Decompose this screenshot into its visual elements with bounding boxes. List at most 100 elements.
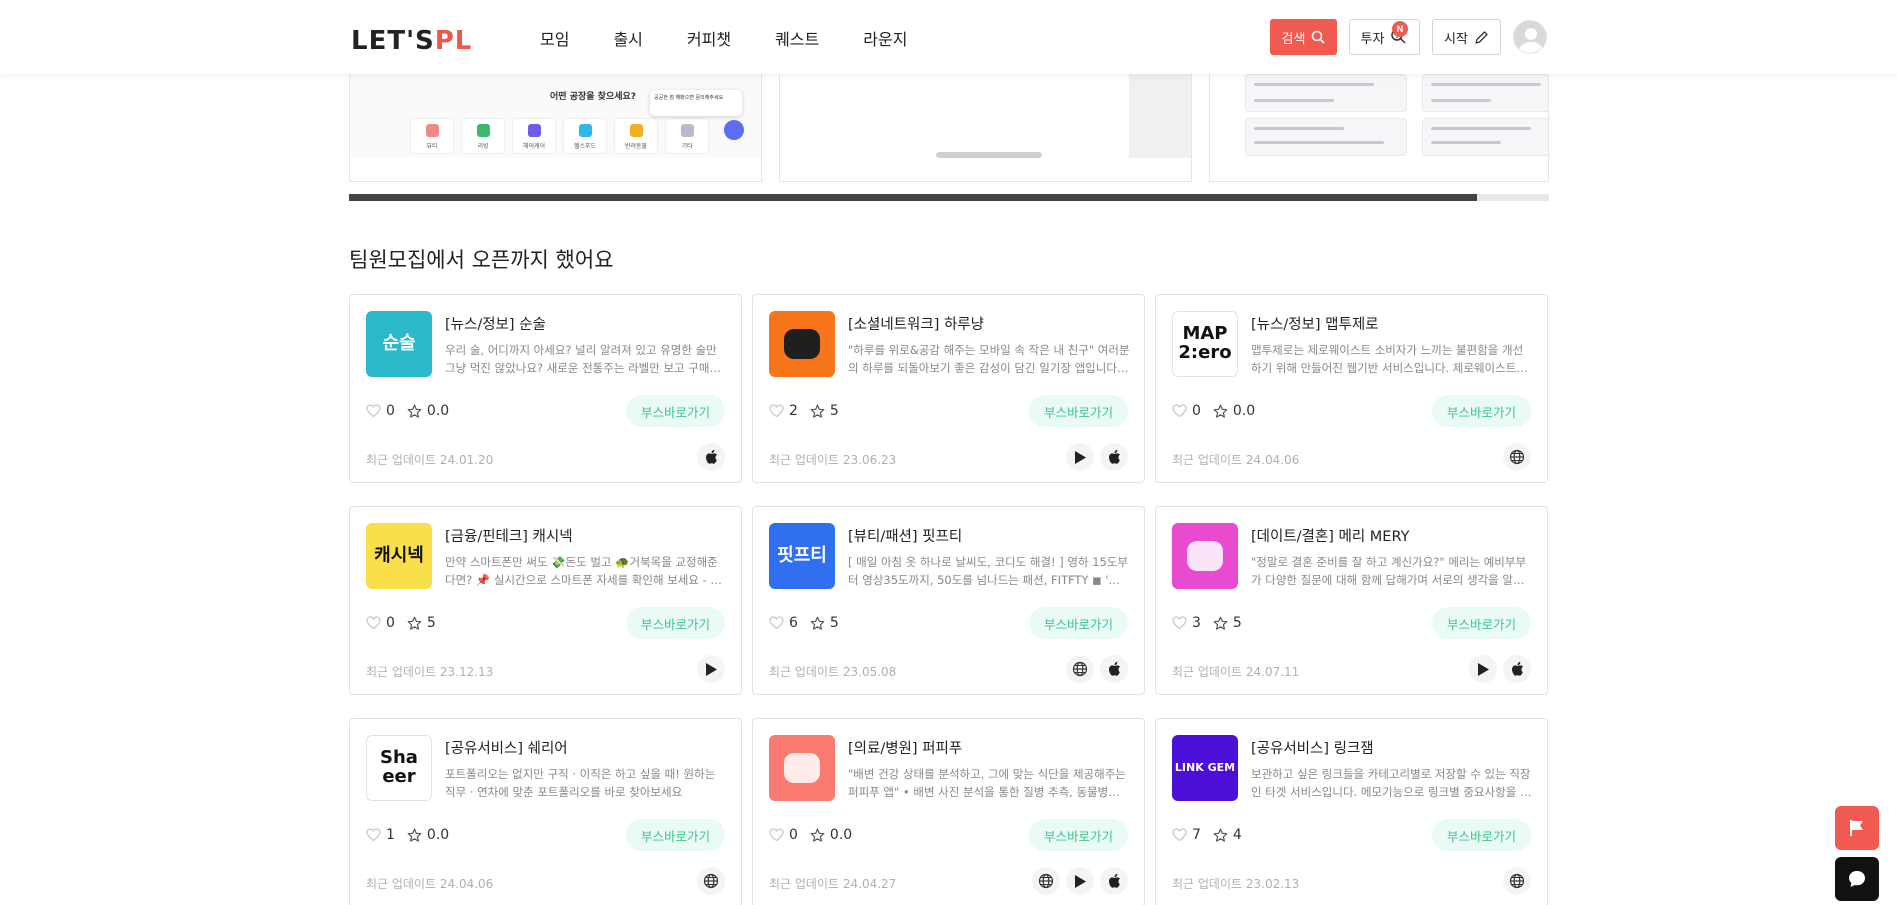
likes-count: 0 (1192, 403, 1201, 419)
project-card[interactable]: 핏프티 [뷰티/패션] 핏프티 [ 매일 아침 옷 하나로 날씨도, 코디도 해… (752, 506, 1145, 695)
thumbnail-text: 캐시넥 (374, 544, 424, 566)
showcase-carousel[interactable]: 어떤 공장을 찾으세요? 뷰티 리빙 헤어케어 헬스푸드 반려동물 기타 공공한… (349, 74, 1549, 184)
project-card[interactable]: 순술 [뉴스/정보] 순술 우리 술, 어디까지 아세요? 널리 알려져 있고 … (349, 294, 742, 483)
rating-value: 0.0 (829, 827, 853, 843)
last-updated: 최근 업데이트 24.04.27 (769, 877, 897, 891)
google-play-link[interactable] (697, 655, 725, 683)
likes-stat[interactable]: 0 (366, 615, 395, 631)
star-icon (810, 828, 825, 842)
google-play-link[interactable] (1469, 655, 1497, 683)
project-card[interactable]: MAP 2:ero [뉴스/정보] 맵투제로 맵투제로는 제로웨이스트 소비자가… (1155, 294, 1548, 483)
likes-stat[interactable]: 0 (1172, 403, 1201, 419)
google-play-link[interactable] (1066, 867, 1094, 895)
last-updated: 최근 업데이트 23.06.23 (769, 453, 897, 467)
letspl-logo[interactable]: LET'S PL (351, 22, 472, 56)
app-store-link[interactable] (1503, 655, 1531, 683)
website-link[interactable] (1503, 867, 1531, 895)
project-stats: 6 5 (769, 615, 851, 631)
globe-icon (1509, 449, 1525, 465)
go-to-booth-button[interactable]: 부스바로가기 (626, 819, 725, 851)
google-play-icon (706, 662, 717, 676)
google-play-link[interactable] (1066, 443, 1094, 471)
project-thumbnail (769, 735, 835, 801)
likes-stat[interactable]: 6 (769, 615, 798, 631)
slide-title: 어떤 공장을 찾으세요? (550, 92, 637, 102)
flag-icon (1850, 820, 1863, 836)
nav-meetup[interactable]: 모임 (540, 26, 569, 50)
last-updated: 최근 업데이트 24.07.11 (1172, 665, 1300, 679)
nav-launch[interactable]: 출시 (613, 26, 642, 50)
website-link[interactable] (1503, 443, 1531, 471)
project-description: "하루를 위로&공감 해주는 모바일 속 작은 내 친구" 여러분의 하루를 되… (848, 343, 1130, 375)
website-link[interactable] (1066, 655, 1094, 683)
website-link[interactable] (697, 867, 725, 895)
app-store-link[interactable] (1100, 443, 1128, 471)
likes-stat[interactable]: 0 (366, 403, 395, 419)
go-to-booth-button[interactable]: 부스바로가기 (1029, 395, 1128, 427)
report-flag-button[interactable] (1835, 806, 1879, 850)
likes-count: 3 (1192, 615, 1201, 631)
project-card[interactable]: [의료/병원] 퍼피푸 "배변 건강 상태를 분석하고, 그에 맞는 식단을 제… (752, 718, 1145, 905)
go-to-booth-button[interactable]: 부스바로가기 (1432, 607, 1531, 639)
go-to-booth-button[interactable]: 부스바로가기 (1029, 607, 1128, 639)
project-card[interactable]: LINK GEM [공유서비스] 링크잼 보관하고 싶은 링크들을 카테고리별로… (1155, 718, 1548, 905)
user-avatar[interactable] (1513, 20, 1547, 54)
invest-button[interactable]: 투자 $ N (1349, 19, 1420, 55)
likes-stat[interactable]: 3 (1172, 615, 1201, 631)
rating-stat: 0.0 (1213, 403, 1255, 419)
thumbnail-graphic (784, 753, 820, 783)
likes-stat[interactable]: 2 (769, 403, 798, 419)
go-to-booth-button[interactable]: 부스바로가기 (1432, 395, 1531, 427)
go-to-booth-button[interactable]: 부스바로가기 (626, 607, 725, 639)
heart-icon (1172, 616, 1187, 630)
nav-lounge[interactable]: 라운지 (863, 26, 907, 50)
likes-stat[interactable]: 1 (366, 827, 395, 843)
go-to-booth-button[interactable]: 부스바로가기 (1432, 819, 1531, 851)
carousel-slide[interactable] (779, 74, 1192, 182)
project-title: [뷰티/패션] 핏프티 (848, 529, 963, 545)
project-description: 우리 술, 어디까지 아세요? 널리 알려져 있고 유명한 술만 그냥 먹진 않… (445, 343, 721, 375)
carousel-progress (349, 194, 1549, 201)
google-play-icon (1075, 450, 1086, 464)
likes-stat[interactable]: 7 (1172, 827, 1201, 843)
rating-stat: 0.0 (810, 827, 852, 843)
platform-links (1032, 867, 1128, 895)
top-header: LET'SPL 모임 출시 커피챗 퀘스트 라운지 검색 투자 $ N 시작 (0, 0, 1897, 74)
website-link[interactable] (1032, 867, 1060, 895)
globe-icon (703, 873, 719, 889)
nav-quest[interactable]: 퀘스트 (775, 26, 819, 50)
project-stats: 1 0.0 (366, 827, 461, 843)
carousel-slide[interactable] (1209, 74, 1549, 182)
project-grid: 순술 [뉴스/정보] 순술 우리 술, 어디까지 아세요? 널리 알려져 있고 … (349, 294, 1549, 905)
app-store-link[interactable] (1100, 867, 1128, 895)
project-card[interactable]: [소셜네트워크] 하루냥 "하루를 위로&공감 해주는 모바일 속 작은 내 친… (752, 294, 1145, 483)
search-button[interactable]: 검색 (1270, 19, 1337, 55)
app-store-link[interactable] (1100, 655, 1128, 683)
likes-stat[interactable]: 0 (769, 827, 798, 843)
project-thumbnail: MAP 2:ero (1172, 311, 1238, 377)
go-to-booth-button[interactable]: 부스바로가기 (626, 395, 725, 427)
globe-icon (1072, 661, 1088, 677)
pencil-icon (1475, 30, 1488, 44)
project-card[interactable]: Sha eer [공유서비스] 쉐리어 포트폴리오는 없지만 구직 · 이직은 … (349, 718, 742, 905)
slide-mini-card (1245, 118, 1407, 156)
project-stats: 0 0.0 (769, 827, 864, 843)
project-card[interactable]: 캐시넥 [금융/핀테크] 캐시넥 만약 스마트폰만 써도 💸돈도 벌고 🐢거북목… (349, 506, 742, 695)
logo-accent: PL (434, 26, 473, 56)
thumbnail-text: Sha eer (380, 747, 418, 787)
chat-button[interactable] (1835, 857, 1879, 901)
apple-icon (1109, 661, 1120, 676)
carousel-slide[interactable]: 어떤 공장을 찾으세요? 뷰티 리빙 헤어케어 헬스푸드 반려동물 기타 공공한… (349, 74, 762, 182)
slide-chat-icon (724, 120, 744, 140)
project-stats: 7 4 (1172, 827, 1254, 843)
likes-count: 0 (386, 403, 395, 419)
project-card[interactable]: [데이트/결혼] 메리 MERY "정말로 결혼 준비를 잘 하고 계신가요?"… (1155, 506, 1548, 695)
likes-count: 6 (789, 615, 798, 631)
project-title: [공유서비스] 링크잼 (1251, 741, 1374, 757)
go-to-booth-button[interactable]: 부스바로가기 (1029, 819, 1128, 851)
start-button[interactable]: 시작 (1432, 19, 1501, 55)
app-store-link[interactable] (697, 443, 725, 471)
nav-coffeechat[interactable]: 커피챗 (687, 26, 731, 50)
project-thumbnail (1172, 523, 1238, 589)
thumbnail-graphic (1187, 541, 1223, 571)
